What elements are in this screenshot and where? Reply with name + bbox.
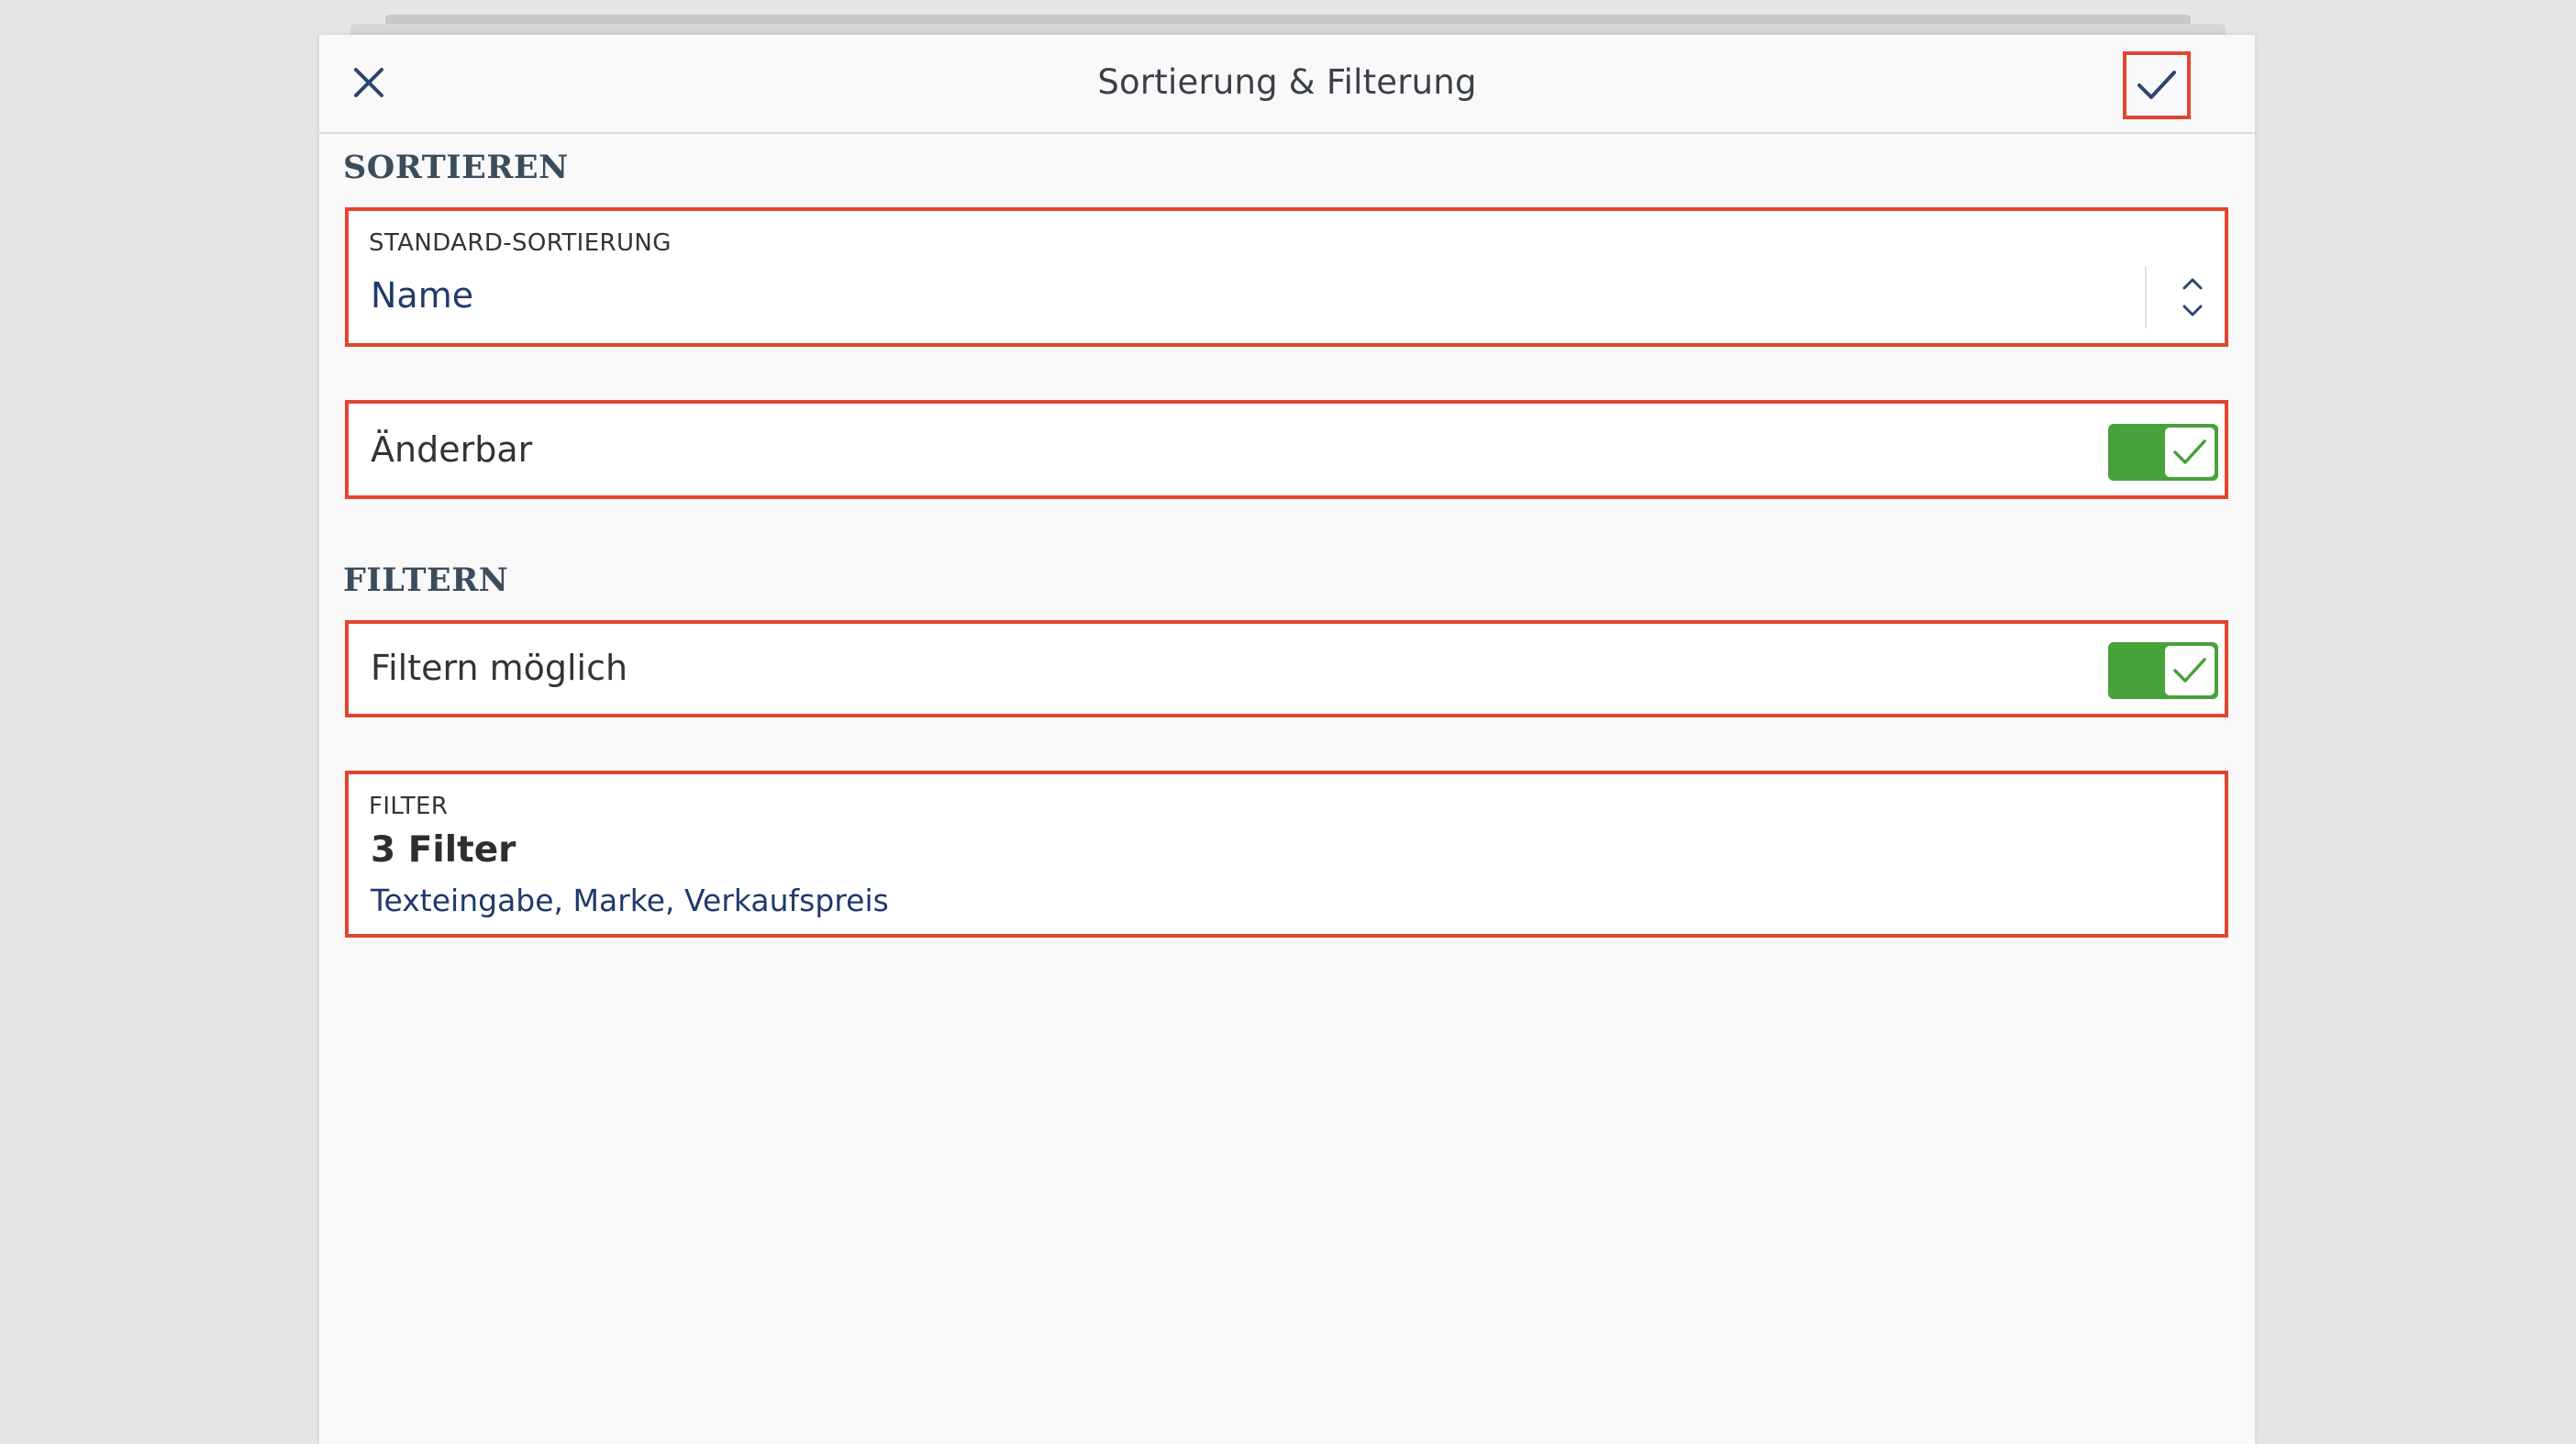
checkmark-icon xyxy=(2173,658,2206,683)
filter-summary: Texteingabe, Marke, Verkaufspreis xyxy=(371,883,889,918)
confirm-button[interactable] xyxy=(2123,51,2191,119)
section-title-filter: FILTERN xyxy=(343,561,509,599)
checkmark-icon xyxy=(2173,439,2206,464)
standard-sort-select[interactable]: STANDARD-SORTIERUNG Name xyxy=(345,207,2228,347)
toggle-knob xyxy=(2165,646,2215,695)
changeable-label: Änderbar xyxy=(371,429,533,470)
sheet-header: Sortierung & Filterung xyxy=(319,35,2255,134)
sort-stepper[interactable] xyxy=(2174,272,2211,323)
filter-label: FILTER xyxy=(369,793,449,820)
standard-sort-value: Name xyxy=(371,275,474,316)
toggle-knob xyxy=(2165,428,2215,477)
standard-sort-label: STANDARD-SORTIERUNG xyxy=(369,229,672,257)
changeable-row: Änderbar xyxy=(345,400,2228,499)
up-down-stepper-icon xyxy=(2182,278,2203,317)
page-title: Sortierung & Filterung xyxy=(1097,62,1477,102)
filtering-possible-toggle[interactable] xyxy=(2108,642,2218,699)
stepper-divider xyxy=(2145,266,2147,328)
checkmark-icon xyxy=(2137,71,2176,99)
section-title-sort: SORTIEREN xyxy=(343,149,569,186)
changeable-toggle[interactable] xyxy=(2108,424,2218,481)
filtering-possible-label: Filtern möglich xyxy=(371,648,628,688)
filter-count: 3 Filter xyxy=(371,829,516,871)
filter-list-row[interactable]: FILTER 3 Filter Texteingabe, Marke, Verk… xyxy=(345,771,2228,938)
filtering-possible-row: Filtern möglich xyxy=(345,620,2228,717)
sort-filter-sheet: Sortierung & Filterung SORTIEREN STANDAR… xyxy=(319,35,2255,1444)
